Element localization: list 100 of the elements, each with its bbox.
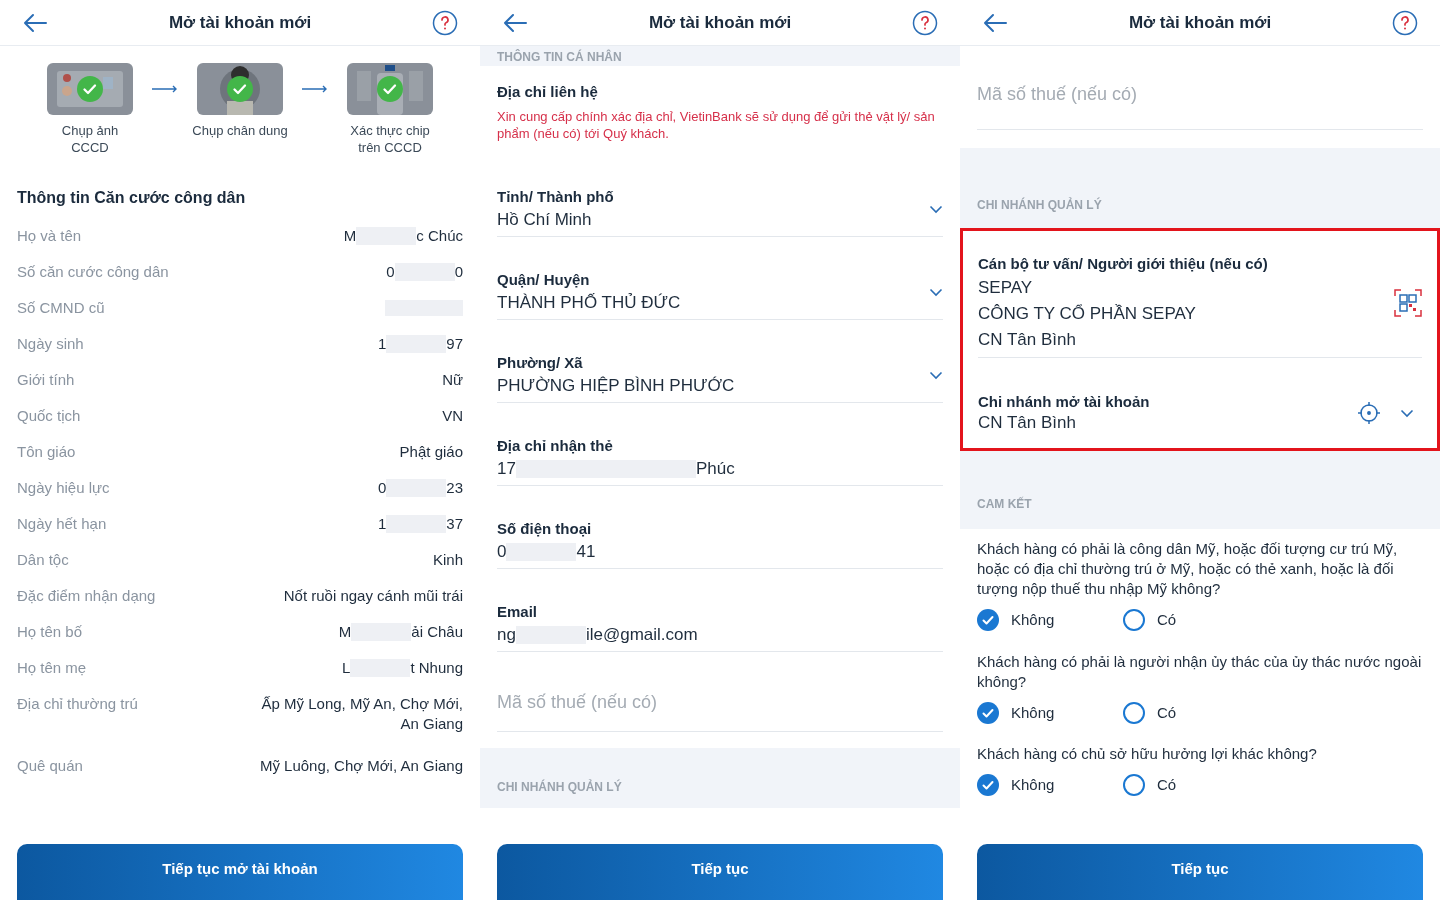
value-text: ng — [497, 624, 516, 646]
field-label: Họ tên mẹ — [17, 658, 87, 678]
question-text: Khách hàng có phải là người nhận ủy thác của ủy thác nước ngoài không? — [977, 651, 1423, 692]
dropdown-field[interactable]: Tỉnh/ Thành phố Hồ Chí Minh — [497, 186, 943, 237]
back-arrow-icon[interactable] — [982, 12, 1008, 33]
field-value: Ấp Mỹ Long, Mỹ An, Chợ Mới, An Giang — [260, 694, 463, 734]
field-value: CÔNG TY CỔ PHẦN SEPAY — [978, 303, 1197, 325]
help-icon[interactable] — [432, 9, 458, 36]
field-label: Email — [497, 602, 539, 622]
value-text: 1 — [377, 514, 387, 534]
field-label: Địa chỉ thường trú — [17, 694, 138, 714]
advisor-field[interactable]: Cán bộ tư vấn/ Người giới thiệu (nếu có) SEPAY CÔNG TY CỔ PHẦN SEPAY CN Tân Bình — [978, 253, 1422, 358]
tax-code-field[interactable]: Mã số thuế (nếu có) — [977, 46, 1423, 130]
field-label: Chi nhánh mở tài khoản — [978, 392, 1150, 412]
radio-checked-icon[interactable] — [977, 701, 999, 724]
chevron-down-icon[interactable] — [929, 287, 943, 297]
continue-button[interactable]: Tiếp tục — [497, 844, 943, 900]
back-arrow-icon[interactable] — [22, 12, 48, 33]
field-value: Mỹ Luông, Chợ Mới, An Giang — [259, 756, 463, 776]
field-label: Ngày hết hạn — [17, 514, 107, 534]
value-text: 97 — [446, 334, 463, 354]
field-label: Giới tính — [17, 370, 75, 390]
question-text: Khách hàng có chủ sở hữu hưởng lợi khác không? — [977, 744, 1318, 764]
value-text: 1 — [377, 334, 387, 354]
radio-label: Có — [1157, 610, 1177, 630]
field-label: Ngày sinh — [17, 334, 84, 354]
value-text: 23 — [446, 478, 463, 498]
screen-title: Mở tài khoản mới — [648, 11, 792, 34]
step-label: Chụp chân dung — [192, 122, 288, 139]
field-label: Số điện thoại — [497, 519, 593, 539]
value-text: L — [342, 658, 351, 678]
continue-button[interactable]: Tiếp tục mở tài khoản — [17, 844, 463, 900]
arrow-icon — [151, 85, 179, 93]
screen-title: Mở tài khoản mới — [168, 11, 312, 34]
value-text: M — [338, 622, 352, 642]
section-heading: CHI NHÁNH QUẢN LÝ — [497, 778, 622, 796]
value-text: 0 — [454, 262, 463, 282]
value-text: ải Châu — [411, 622, 463, 642]
field-value: CN Tân Bình — [978, 329, 1077, 351]
section-heading: CHI NHÁNH QUẢN LÝ — [977, 196, 1102, 214]
radio-label: Không — [1011, 702, 1055, 723]
radio-label: Không — [1011, 775, 1055, 795]
value-text: 0 — [377, 478, 387, 498]
section-title: Thông tin Căn cước công dân — [17, 189, 246, 206]
help-icon[interactable] — [912, 9, 938, 36]
radio-label: Không — [1011, 610, 1055, 630]
continue-button[interactable]: Tiếp tục — [977, 844, 1423, 900]
back-arrow-icon[interactable] — [502, 12, 528, 33]
field-label: Họ và tên — [17, 226, 82, 246]
radio-icon[interactable] — [1123, 609, 1145, 632]
chevron-down-icon[interactable] — [929, 370, 943, 380]
qr-code-icon[interactable] — [1394, 289, 1422, 317]
chevron-down-icon[interactable] — [1400, 408, 1414, 418]
field-label: Họ tên bố — [17, 622, 83, 642]
field-label: Dân tộc — [17, 550, 69, 570]
text-field[interactable]: Địa chỉ nhận thẻ 17 Phúc — [497, 435, 943, 486]
radio-label: Có — [1157, 702, 1177, 723]
field-label: Quốc tịch — [17, 406, 81, 426]
field-value: VN — [442, 406, 463, 426]
field-label: Số CMND cũ — [17, 298, 105, 318]
section-heading: THÔNG TIN CÁ NHÂN — [497, 48, 622, 66]
section-title: Địa chỉ liên hệ — [497, 83, 598, 100]
field-label: Quê quán — [17, 756, 83, 776]
field-value: CN Tân Bình — [978, 412, 1077, 434]
screen-title: Mở tài khoản mới — [1128, 11, 1272, 34]
radio-icon[interactable] — [1123, 774, 1145, 797]
field-label: Phường/ Xã — [497, 353, 584, 373]
field-label: Quận/ Huyện — [497, 270, 591, 290]
radio-icon[interactable] — [1123, 701, 1145, 724]
radio-checked-icon[interactable] — [977, 774, 999, 797]
field-value: SEPAY — [978, 277, 1034, 299]
question-text: Khách hàng có phải là công dân Mỹ, hoặc đối tượng cư trú Mỹ, hoặc có địa chỉ thường trú ở Mỹ, hoặc có thẻ xanh, hoặc là đối tượng nộp thuế thu nhập Mỹ không? — [977, 539, 1399, 599]
value-text: 0 — [386, 262, 395, 282]
help-icon[interactable] — [1392, 9, 1418, 36]
dropdown-field[interactable]: Quận/ Huyện THÀNH PHỐ THỦ ĐỨC — [497, 269, 943, 320]
field-label: Tôn giáo — [17, 442, 76, 462]
text-field[interactable]: Email ng ile@gmail.com — [497, 601, 943, 652]
field-label: Số căn cước công dân — [17, 262, 169, 282]
section-heading: CAM KẾT — [977, 495, 1032, 513]
field-value: Nữ — [442, 370, 463, 390]
dropdown-field[interactable]: Phường/ Xã PHƯỜNG HIỆP BÌNH PHƯỚC — [497, 352, 943, 403]
dropdown-field[interactable]: Chi nhánh mở tài khoản CN Tân Bình — [978, 392, 1422, 434]
field-value: PHƯỜNG HIỆP BÌNH PHƯỚC — [497, 375, 735, 397]
field-label: Địa chỉ nhận thẻ — [497, 436, 614, 456]
text-field[interactable]: Số điện thoại 0 41 — [497, 518, 943, 569]
arrow-icon — [301, 85, 329, 93]
value-text: 41 — [576, 541, 596, 563]
location-target-icon[interactable] — [1358, 402, 1380, 424]
value-text: 17 — [497, 458, 516, 480]
radio-checked-icon[interactable] — [977, 609, 999, 632]
step-label: Chụp ảnh CCCD — [61, 122, 119, 156]
tax-code-field[interactable]: Mã số thuế (nếu có) — [497, 674, 943, 732]
value-text: c Chúc — [416, 226, 463, 246]
field-label: Cán bộ tư vấn/ Người giới thiệu (nếu có) — [978, 254, 1268, 274]
chevron-down-icon[interactable] — [929, 204, 943, 214]
step-label: Xác thực chip trên CCCD — [350, 122, 430, 156]
radio-label: Có — [1157, 775, 1177, 795]
field-value: Phật giáo — [399, 442, 463, 462]
field-label: Đặc điểm nhận dạng — [17, 586, 156, 606]
field-value: Nốt ruồi ngay cánh mũi trái — [283, 586, 463, 606]
